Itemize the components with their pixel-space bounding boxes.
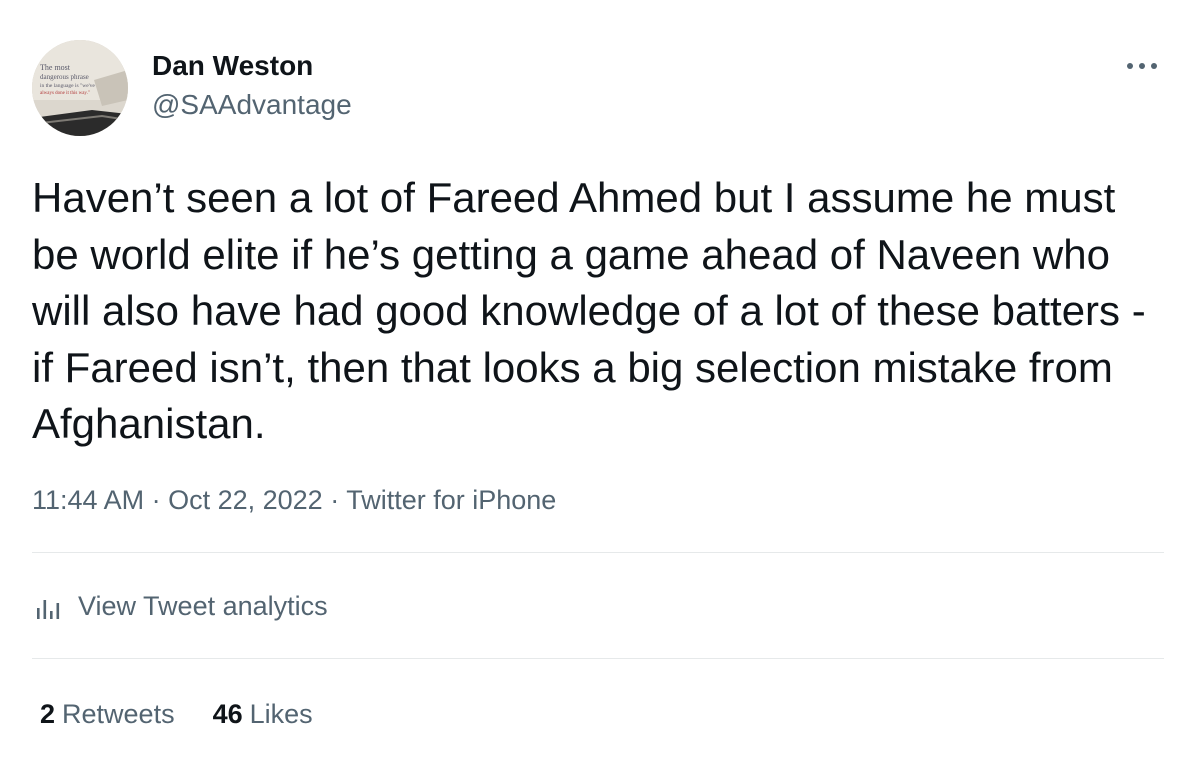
retweets-stat[interactable]: 2 Retweets [40, 699, 175, 730]
tweet-meta: 11:44 AM · Oct 22, 2022 · Twitter for iP… [32, 482, 556, 518]
meta-separator: · [322, 485, 347, 515]
author-handle[interactable]: @SAAdvantage [152, 89, 352, 121]
likes-label: Likes [249, 698, 313, 729]
retweets-label: Retweets [62, 698, 175, 729]
tweet-source[interactable]: Twitter for iPhone [346, 485, 556, 515]
more-options-button[interactable] [1122, 50, 1162, 82]
avatar-image: The most dangerous phrase in the languag… [32, 40, 128, 136]
tweet-stats: 2 Retweets 46 Likes [40, 694, 351, 734]
tweet-header: The most dangerous phrase in the languag… [32, 40, 1162, 140]
likes-count: 46 [212, 698, 243, 729]
tweet-card: The most dangerous phrase in the languag… [0, 0, 1190, 758]
avatar-text-line-4: always done it this way." [40, 91, 90, 96]
more-options-icon [1127, 63, 1157, 69]
bar-chart-icon [37, 600, 60, 619]
tweet-date[interactable]: Oct 22, 2022 [168, 485, 323, 515]
view-analytics-button[interactable]: View Tweet analytics [34, 586, 328, 626]
meta-separator: · [144, 485, 169, 515]
view-analytics-label: View Tweet analytics [78, 591, 328, 621]
avatar-text-line-2: dangerous phrase [40, 73, 89, 81]
avatar-text-line-3: in the language is "we've [40, 83, 95, 89]
avatar[interactable]: The most dangerous phrase in the languag… [32, 40, 128, 136]
avatar-text-line-1: The most [40, 63, 71, 72]
tweet-time[interactable]: 11:44 AM [32, 485, 144, 515]
tweet-text: Haven’t seen a lot of Fareed Ahmed but I… [32, 174, 1146, 447]
divider-bottom [32, 658, 1164, 659]
author-name[interactable]: Dan Weston [152, 50, 313, 82]
retweets-count: 2 [40, 698, 56, 729]
divider-top [32, 552, 1164, 553]
likes-stat[interactable]: 46 Likes [213, 699, 313, 730]
